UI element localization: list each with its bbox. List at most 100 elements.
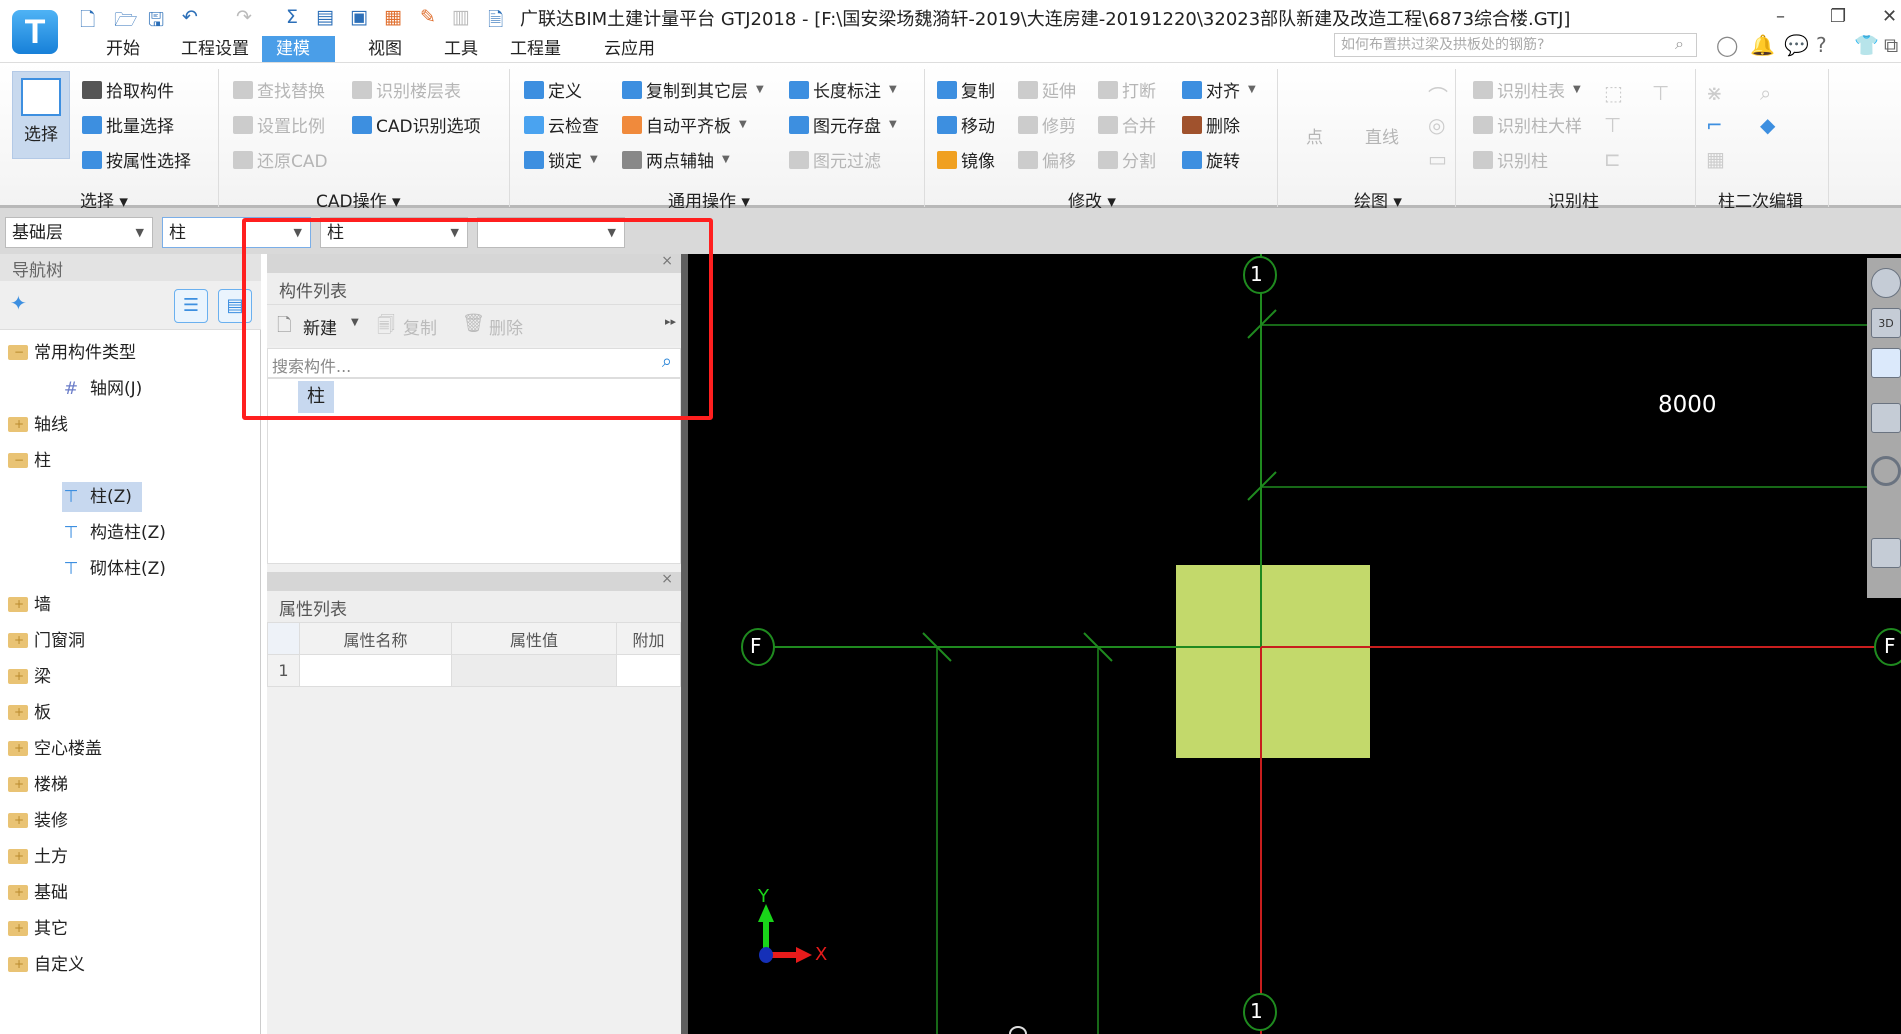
drawing-canvas[interactable]: 1 1 F F 8000 Y X bbox=[688, 254, 1901, 1034]
tree-item[interactable]: 门窗洞 bbox=[8, 625, 95, 656]
expand-icon[interactable]: ✦ bbox=[10, 291, 27, 315]
ribbon-button-length-dim[interactable]: 长度标注 ▼ bbox=[789, 77, 897, 102]
tree-item[interactable]: 楼梯 bbox=[8, 769, 78, 800]
ribbon-button-two-point-axis[interactable]: 两点辅轴 ▼ bbox=[622, 147, 730, 172]
ribbon-button-save-element[interactable]: 图元存盘 ▼ bbox=[789, 112, 897, 137]
column-split-icon[interactable]: ⋇ bbox=[1706, 81, 1723, 105]
ribbon-button-extend[interactable]: 延伸 bbox=[1018, 77, 1076, 102]
ribbon-button-align[interactable]: 对齐 ▼ bbox=[1182, 77, 1256, 102]
column-edit-icon[interactable]: ◆ bbox=[1760, 113, 1775, 137]
ribbon-button-lock[interactable]: 锁定 ▼ bbox=[524, 147, 598, 172]
table-icon[interactable]: ▥ bbox=[452, 6, 470, 28]
ribbon-button-batch-select[interactable]: 批量选择 bbox=[82, 112, 174, 137]
tree-item[interactable]: 梁 bbox=[8, 661, 61, 692]
column-header[interactable]: 附加 bbox=[616, 622, 681, 655]
open-file-icon[interactable]: 🗁 bbox=[114, 6, 138, 38]
redo-icon[interactable]: ↷ bbox=[236, 6, 252, 28]
column-header[interactable]: 属性名称 bbox=[299, 622, 452, 655]
column-rotate-icon[interactable]: ⌐ bbox=[1706, 113, 1723, 137]
preview-icon[interactable]: ▣ bbox=[350, 6, 368, 28]
tree-item[interactable]: 常用构件类型 bbox=[8, 337, 146, 368]
ribbon-button-break[interactable]: 打断 bbox=[1098, 77, 1156, 102]
3d-view-icon[interactable]: 3D bbox=[1871, 308, 1901, 338]
tree-item[interactable]: # 轴网(J) bbox=[62, 374, 152, 404]
feedback-icon[interactable]: ⧉ bbox=[1884, 33, 1898, 57]
list-view-button[interactable]: ☰ bbox=[174, 289, 208, 323]
save-icon[interactable]: 🖫 bbox=[148, 6, 164, 38]
ribbon-button-recognize-column-detail[interactable]: 识别柱大样 bbox=[1473, 112, 1582, 137]
ribbon-button-filter[interactable]: 图元过滤 bbox=[789, 147, 881, 172]
floor-select[interactable]: 基础层 ▼ bbox=[5, 217, 153, 248]
ribbon-button-copy-to-layer[interactable]: 复制到其它层 ▼ bbox=[622, 77, 764, 102]
ribbon-button-pick[interactable]: 拾取构件 bbox=[82, 77, 174, 102]
tree-item[interactable]: 土方 bbox=[8, 841, 78, 872]
tree-item[interactable]: 墙 bbox=[8, 589, 61, 620]
property-name-cell[interactable] bbox=[299, 654, 452, 687]
select-button[interactable]: 选择 bbox=[12, 71, 70, 159]
ribbon-button-recognize-column-table[interactable]: 识别柱表 ▼ bbox=[1473, 77, 1581, 102]
tree-item[interactable]: 其它 bbox=[8, 913, 78, 944]
pen-icon[interactable]: ✎ bbox=[420, 6, 436, 28]
column-find-icon[interactable]: ⌕ bbox=[1760, 81, 1771, 105]
ribbon-button-merge[interactable]: 合并 bbox=[1098, 112, 1156, 137]
undo-icon[interactable]: ↶ bbox=[182, 6, 198, 28]
ribbon-button-find-replace[interactable]: 查找替换 bbox=[233, 77, 325, 102]
ribbon-button-recognize-column[interactable]: 识别柱 bbox=[1473, 147, 1548, 172]
tree-item[interactable]: ⊤ 构造柱(Z) bbox=[62, 518, 176, 548]
tree-item[interactable]: 轴线 bbox=[8, 409, 78, 440]
ribbon-button-rotate[interactable]: 旋转 bbox=[1182, 147, 1240, 172]
ribbon-button-split[interactable]: 分割 bbox=[1098, 147, 1156, 172]
layer-list-icon[interactable] bbox=[1871, 538, 1901, 568]
tab-quantities[interactable]: 工程量 bbox=[496, 36, 575, 62]
ribbon-button-line[interactable]: 直线 bbox=[1365, 123, 1399, 148]
ribbon-button-cad-options[interactable]: CAD识别选项 bbox=[352, 112, 481, 137]
ribbon-button-auto-align-slab[interactable]: 自动平齐板 ▼ bbox=[622, 112, 747, 137]
tree-item[interactable]: 空心楼盖 bbox=[8, 733, 112, 764]
app-logo[interactable]: T bbox=[12, 10, 58, 54]
property-extra-cell[interactable] bbox=[616, 654, 681, 687]
column-header[interactable]: 属性值 bbox=[451, 622, 617, 655]
tab-tools[interactable]: 工具 bbox=[430, 36, 492, 62]
search-icon[interactable]: ⌕ bbox=[1675, 34, 1684, 54]
tree-item[interactable]: 板 bbox=[8, 697, 61, 728]
ribbon-button-offset[interactable]: 偏移 bbox=[1018, 147, 1076, 172]
ribbon-button-copy[interactable]: 复制 bbox=[937, 77, 995, 102]
tab-start[interactable]: 开始 bbox=[92, 36, 154, 62]
close-button[interactable]: ✕ bbox=[1882, 6, 1897, 27]
orbit-icon[interactable] bbox=[1871, 268, 1901, 298]
tree-item[interactable]: 基础 bbox=[8, 877, 78, 908]
export-icon[interactable]: 🗎 bbox=[488, 6, 503, 38]
ribbon-button-define[interactable]: 定义 bbox=[524, 77, 582, 102]
wireframe-icon[interactable] bbox=[1871, 348, 1901, 378]
tree-item[interactable]: 自定义 bbox=[8, 949, 95, 980]
tab-view[interactable]: 视图 bbox=[354, 36, 416, 62]
ribbon-button-floor-table[interactable]: 识别楼层表 bbox=[352, 77, 461, 102]
report-icon[interactable]: ▤ bbox=[316, 6, 334, 28]
column-grid-icon[interactable]: ▦ bbox=[1706, 147, 1725, 171]
restore-button[interactable]: ❐ bbox=[1830, 6, 1846, 27]
skin-icon[interactable]: 👕 bbox=[1854, 33, 1879, 57]
tree-item[interactable]: 装修 bbox=[8, 805, 78, 836]
sum-icon[interactable]: Σ bbox=[286, 6, 298, 28]
ribbon-button-cloud-check[interactable]: 云检查 bbox=[524, 112, 599, 137]
tree-item[interactable]: ⊤ 砌体柱(Z) bbox=[62, 554, 176, 584]
ribbon-button-trim[interactable]: 修剪 bbox=[1018, 112, 1076, 137]
tree-item[interactable]: ⊤ 柱(Z) bbox=[62, 482, 142, 512]
minimize-button[interactable]: – bbox=[1776, 6, 1785, 27]
tab-project-settings[interactable]: 工程设置 bbox=[167, 36, 263, 62]
ribbon-button-restore-cad[interactable]: 还原CAD bbox=[233, 147, 328, 172]
bell-icon[interactable]: 🔔 bbox=[1750, 33, 1775, 57]
tree-item[interactable]: 柱 bbox=[8, 445, 61, 476]
ribbon-button-move[interactable]: 移动 bbox=[937, 112, 995, 137]
ribbon-button-scale[interactable]: 设置比例 bbox=[233, 112, 325, 137]
solid-view-icon[interactable] bbox=[1871, 403, 1901, 433]
table-row[interactable]: 1 bbox=[267, 654, 681, 687]
help-icon[interactable]: ? bbox=[1816, 33, 1827, 57]
property-value-cell[interactable] bbox=[451, 654, 617, 687]
ribbon-button-attr-select[interactable]: 按属性选择 bbox=[82, 147, 191, 172]
close-icon[interactable]: × bbox=[661, 571, 673, 587]
check-icon[interactable]: ▦ bbox=[384, 6, 402, 28]
rotate-view-icon[interactable] bbox=[1871, 456, 1901, 486]
tab-modeling[interactable]: 建模 bbox=[262, 36, 335, 62]
user-icon[interactable]: ◯ bbox=[1716, 33, 1738, 57]
